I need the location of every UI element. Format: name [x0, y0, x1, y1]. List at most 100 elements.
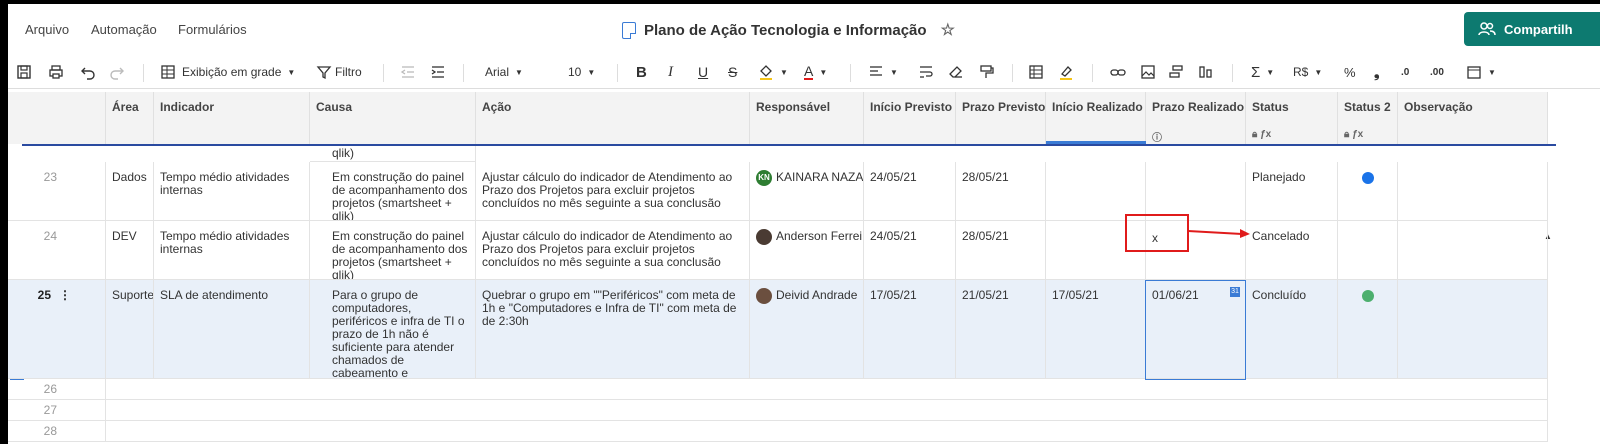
highlight-icon[interactable] [1058, 62, 1074, 82]
share-label: Compartilh [1504, 21, 1573, 37]
row-number[interactable]: 26 [8, 379, 106, 400]
image-icon[interactable] [1140, 62, 1156, 82]
cell-inicio-realizado[interactable]: 17/05/21 [1046, 280, 1146, 379]
column-header-status[interactable]: Status 🔒︎ ƒx [1246, 92, 1338, 144]
date-picker-icon[interactable]: 31 [1230, 287, 1240, 297]
bold-icon[interactable]: B [636, 62, 647, 82]
cell-prazo-previsto[interactable]: 28/05/21 [956, 162, 1046, 221]
row-number[interactable]: 27 [8, 400, 106, 421]
print-icon[interactable] [48, 62, 64, 82]
wrap-text-icon[interactable] [918, 62, 934, 82]
cell-observacao[interactable] [1398, 162, 1548, 221]
insert-column-icon[interactable] [1198, 62, 1214, 82]
cell-causa[interactable]: Para o grupo de computadores, periférico… [310, 280, 476, 379]
sum-dropdown[interactable]: Σ ▼ [1251, 62, 1274, 82]
cell-area[interactable]: DEV [106, 221, 154, 280]
cell-observacao[interactable] [1398, 221, 1548, 280]
row-number[interactable]: 25 ⋮ [8, 280, 106, 379]
column-header-indicador[interactable]: Indicador [154, 92, 310, 144]
chevron-down-icon: ▼ [587, 67, 596, 77]
underline-icon[interactable]: U [698, 62, 708, 82]
text-color-dropdown[interactable]: A ▼ [804, 62, 827, 82]
format-painter-icon[interactable] [978, 62, 994, 82]
row-number[interactable]: 24 [8, 221, 106, 280]
column-header-acao[interactable]: Ação [476, 92, 750, 144]
empty-row[interactable] [106, 379, 1548, 400]
cell-causa[interactable]: Em construção do painel de acompanhament… [310, 162, 476, 221]
view-mode-dropdown[interactable]: Exibição em grade ▼ [160, 62, 295, 82]
cell-status-2[interactable] [1338, 162, 1398, 221]
column-header-inicio-realizado[interactable]: Início Realizado [1046, 92, 1146, 144]
cell-inicio-previsto[interactable]: 24/05/21 [864, 221, 956, 280]
italic-icon[interactable]: I [668, 62, 673, 82]
cell-causa[interactable]: Em construção do painel de acompanhament… [310, 221, 476, 280]
cell-status-2[interactable] [1338, 280, 1398, 379]
fill-color-dropdown[interactable]: ▼ [758, 62, 788, 82]
cell-status[interactable]: Planejado [1246, 162, 1338, 221]
filter-button[interactable]: Filtro [316, 62, 362, 82]
menu-automacao[interactable]: Automação [91, 22, 157, 37]
column-header-area[interactable]: Área [106, 92, 154, 144]
column-header-observacao[interactable]: Observação [1398, 92, 1548, 144]
cell-inicio-realizado[interactable] [1046, 162, 1146, 221]
row-menu-icon[interactable]: ⋮ [59, 288, 71, 302]
font-family-dropdown[interactable]: Arial ▼ [485, 62, 523, 82]
clear-format-icon[interactable] [948, 62, 964, 82]
share-button[interactable]: Compartilh [1464, 12, 1600, 46]
row-number[interactable]: 28 [8, 421, 106, 442]
cell-acao[interactable]: Ajustar cálculo do indicador de Atendime… [476, 221, 750, 280]
table-icon[interactable] [1028, 62, 1044, 82]
column-header-prazo-previsto[interactable]: Prazo Previsto [956, 92, 1046, 144]
column-header-inicio-previsto[interactable]: Início Previsto [864, 92, 956, 144]
decrease-decimal-button[interactable]: .0 [1401, 62, 1409, 82]
empty-row[interactable] [106, 421, 1548, 442]
cell-responsavel[interactable]: Deivid Andrade [750, 280, 864, 379]
column-header-causa[interactable]: Causa [310, 92, 476, 144]
link-icon[interactable] [1110, 62, 1126, 82]
currency-dropdown[interactable]: R$ ▼ [1293, 62, 1322, 82]
cell-indicador[interactable]: SLA de atendimento [154, 280, 310, 379]
save-icon[interactable] [16, 62, 32, 82]
strikethrough-icon[interactable]: S [728, 62, 737, 82]
cell-responsavel[interactable]: Anderson Ferrei [750, 221, 864, 280]
column-header-causa-label: Causa [316, 100, 353, 114]
insert-row-icon[interactable] [1168, 62, 1184, 82]
column-header-status-2[interactable]: Status 2 🔒︎ ƒx [1338, 92, 1398, 144]
cell-status[interactable]: Cancelado [1246, 221, 1338, 280]
percent-button[interactable]: % [1344, 62, 1356, 82]
column-header-responsavel[interactable]: Responsável [750, 92, 864, 144]
status-dot-blue [1362, 172, 1374, 184]
row-number[interactable]: 23 [8, 162, 106, 221]
column-header-prazo-realizado[interactable]: Prazo Realizado ⓘ [1146, 92, 1246, 144]
align-dropdown[interactable]: ▼ [868, 62, 898, 82]
cell-inicio-previsto[interactable]: 17/05/21 [864, 280, 956, 379]
menu-formularios[interactable]: Formulários [178, 22, 247, 37]
cell-acao[interactable]: Quebrar o grupo em ""Periféricos" com me… [476, 280, 750, 379]
cell-prazo-previsto[interactable]: 21/05/21 [956, 280, 1046, 379]
thousands-separator-icon[interactable]: ❟ [1374, 62, 1380, 82]
cell-indicador[interactable]: Tempo médio atividades internas [154, 162, 310, 221]
toolbar-divider [1232, 64, 1233, 82]
date-format-dropdown[interactable]: ▼ [1466, 62, 1496, 82]
cell-responsavel[interactable]: KN KAINARA NAZA [750, 162, 864, 221]
cell-area[interactable]: Suporte [106, 280, 154, 379]
cell-prazo-realizado[interactable] [1146, 162, 1246, 221]
outdent-icon[interactable] [400, 62, 416, 82]
redo-icon[interactable] [109, 62, 125, 82]
cell-indicador[interactable]: Tempo médio atividades internas [154, 221, 310, 280]
cell-prazo-previsto[interactable]: 28/05/21 [956, 221, 1046, 280]
cell-status-2[interactable] [1338, 221, 1398, 280]
font-size-dropdown[interactable]: 10 ▼ [568, 62, 595, 82]
cell-status[interactable]: Concluído [1246, 280, 1338, 379]
menu-arquivo[interactable]: Arquivo [25, 22, 69, 37]
partial-row-causa[interactable]: qlik) [310, 146, 476, 162]
indent-icon[interactable] [430, 62, 446, 82]
favorite-star-icon[interactable]: ☆ [941, 20, 955, 40]
cell-inicio-previsto[interactable]: 24/05/21 [864, 162, 956, 221]
increase-decimal-button[interactable]: .00 [1430, 62, 1444, 82]
cell-acao[interactable]: Ajustar cálculo do indicador de Atendime… [476, 162, 750, 221]
undo-icon[interactable] [80, 62, 96, 82]
cell-area[interactable]: Dados [106, 162, 154, 221]
empty-row[interactable] [106, 400, 1548, 421]
cell-observacao[interactable] [1398, 280, 1548, 379]
